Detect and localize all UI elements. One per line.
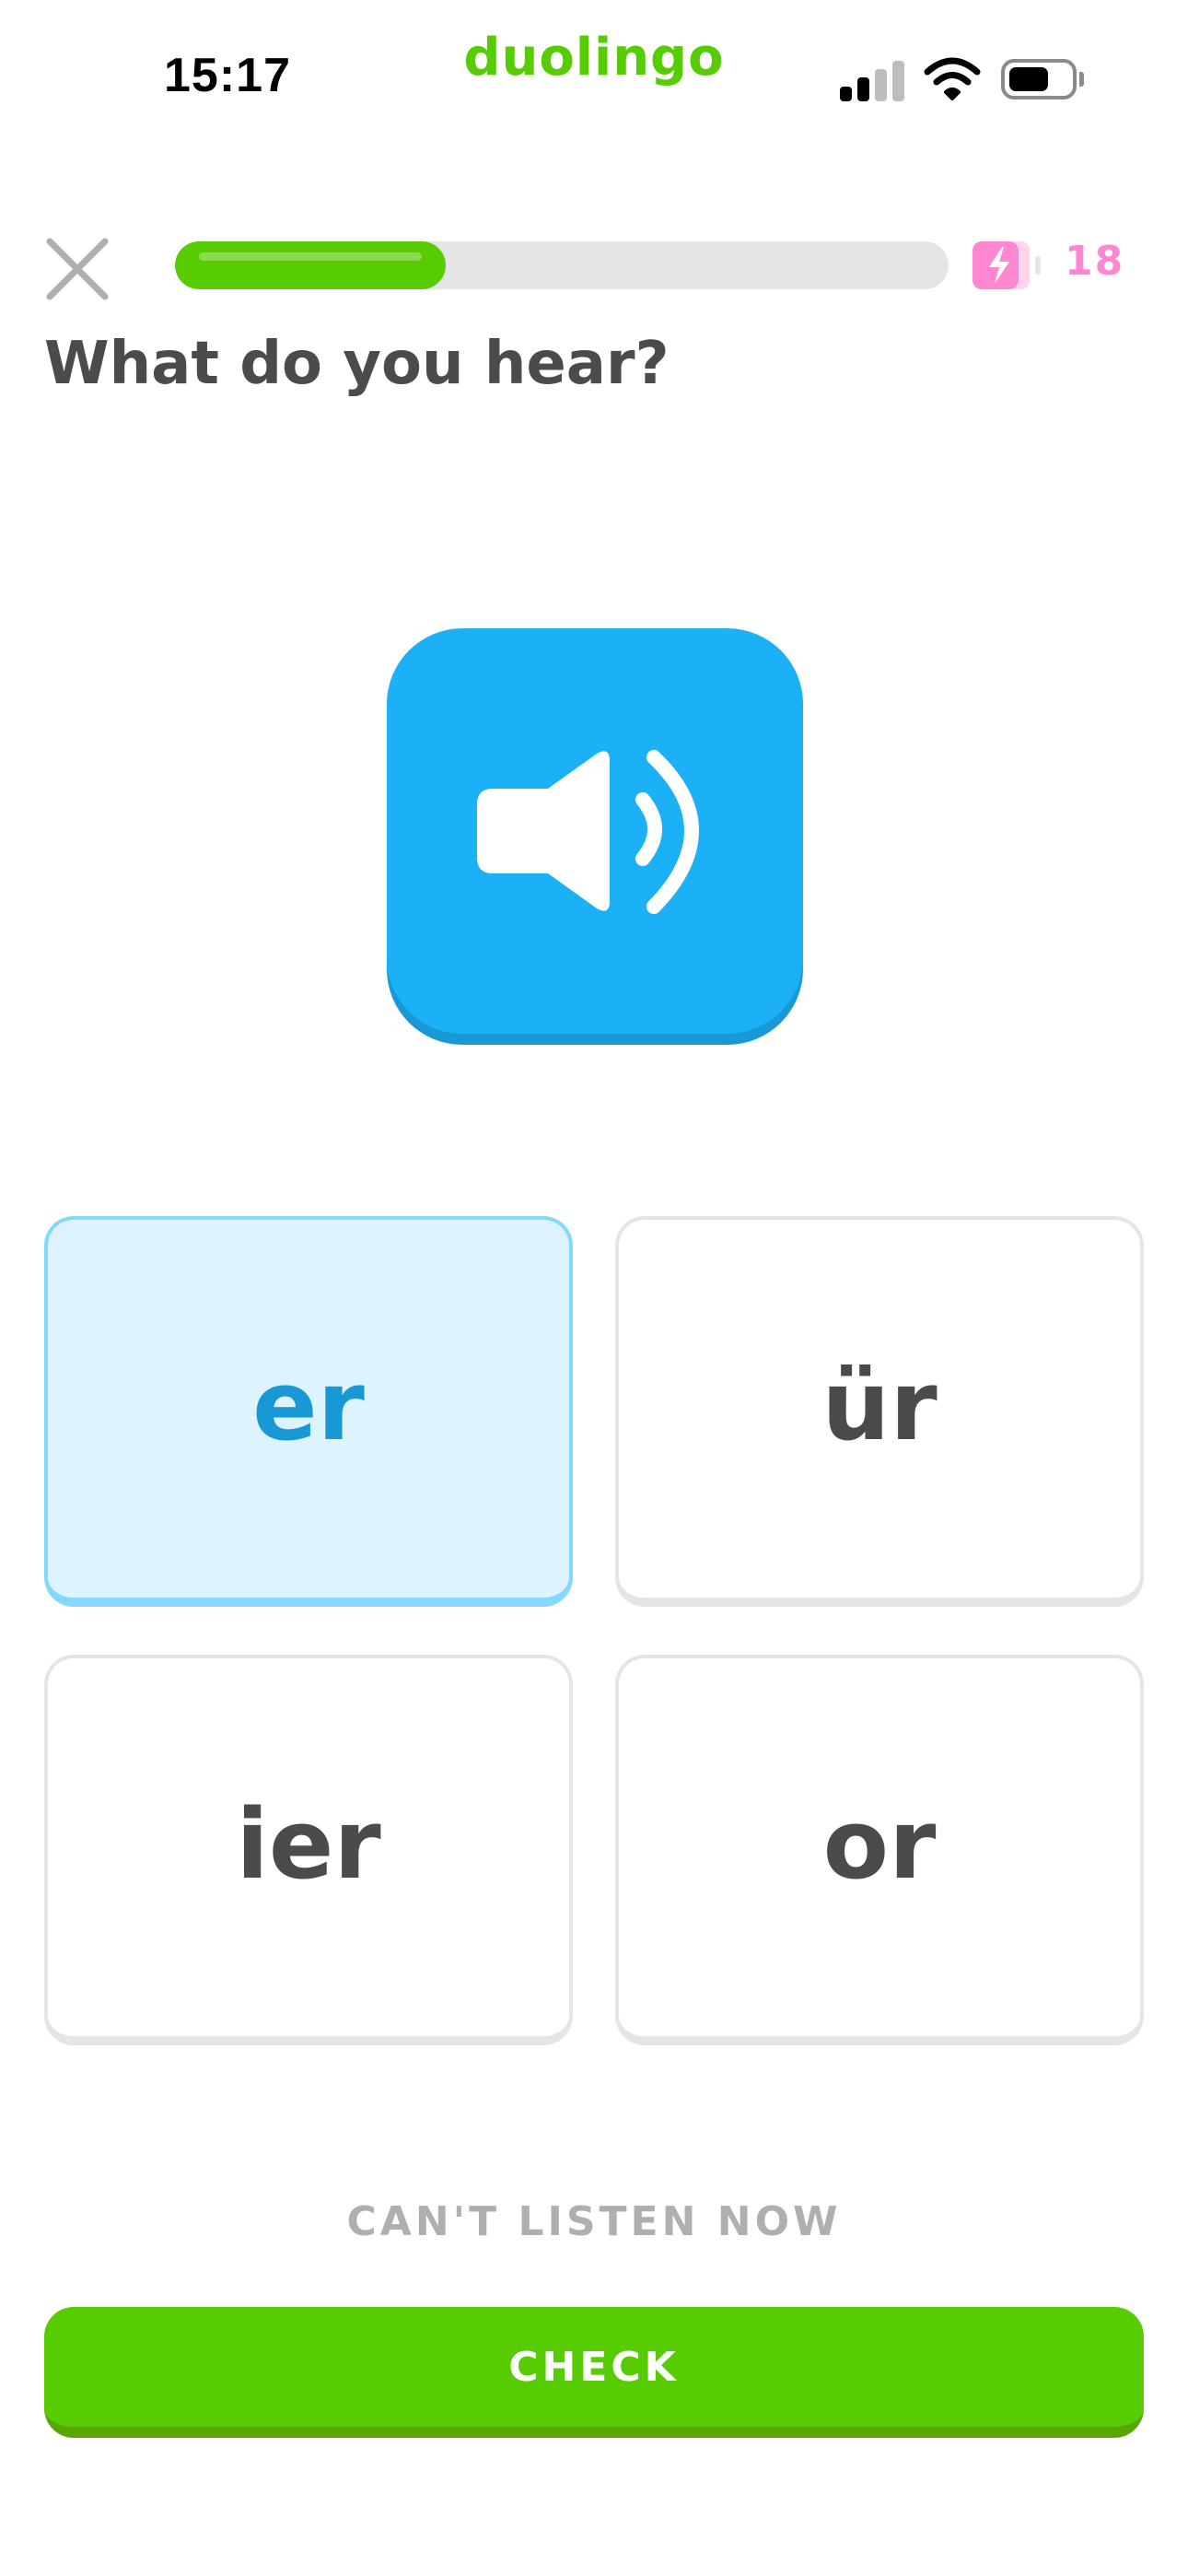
speaker-icon — [477, 750, 699, 914]
answer-choice-ur[interactable]: ür — [615, 1216, 1144, 1607]
answer-choice-ier[interactable]: ier — [44, 1655, 573, 2045]
answer-choice-label: ür — [821, 1350, 938, 1462]
battery-icon — [1001, 59, 1077, 100]
signal-icon — [840, 61, 904, 101]
answer-choice-or[interactable]: or — [615, 1655, 1144, 2045]
wifi-icon — [924, 57, 981, 100]
lesson-progress-highlight — [199, 252, 422, 261]
lesson-progress-bar — [175, 241, 949, 289]
prompt-title: What do you hear? — [44, 330, 670, 398]
answer-choice-label: er — [252, 1350, 365, 1462]
check-button-label: CHECK — [508, 2343, 680, 2391]
lesson-progress-fill — [175, 241, 446, 289]
answer-choice-label: ier — [236, 1788, 381, 1901]
play-audio-button[interactable] — [387, 628, 803, 1034]
answer-choice-er[interactable]: er — [44, 1216, 573, 1607]
battery-level — [1009, 67, 1048, 91]
energy-count: 18 — [1065, 238, 1125, 285]
cant-listen-now-button[interactable]: CAN'T LISTEN NOW — [0, 2198, 1188, 2245]
answer-choice-label: or — [822, 1788, 937, 1901]
battery-tip — [1079, 72, 1084, 87]
energy-battery-icon[interactable] — [971, 240, 1044, 291]
close-icon[interactable] — [42, 234, 112, 304]
check-button[interactable]: CHECK — [44, 2307, 1144, 2438]
